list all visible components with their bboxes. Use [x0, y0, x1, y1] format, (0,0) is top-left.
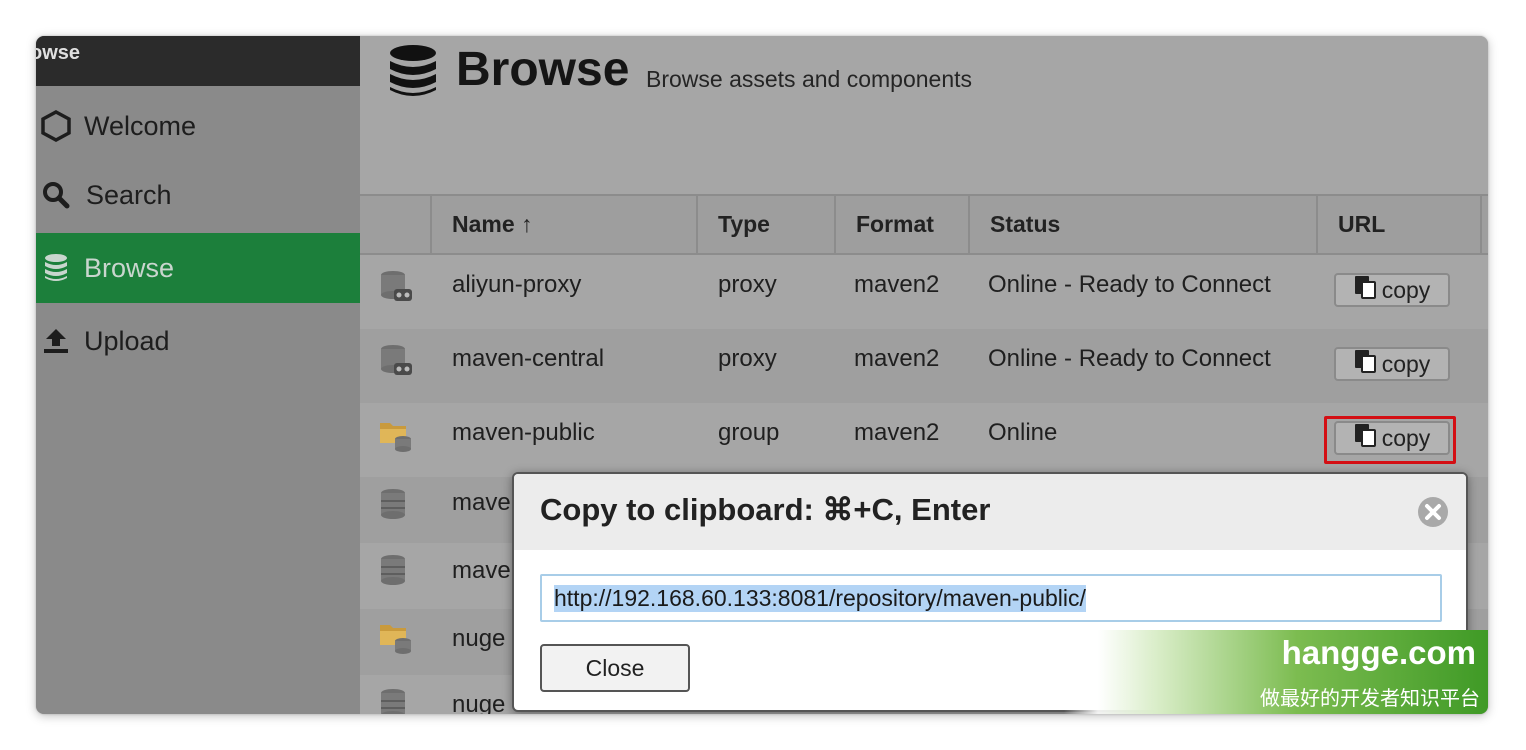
copy-label: copy: [1381, 276, 1431, 303]
clipboard-icon: [1354, 275, 1376, 305]
cell-type: proxy: [718, 271, 777, 298]
column-header-type[interactable]: Type: [696, 196, 834, 253]
watermark-banner: hangge.com 做最好的开发者知识平台: [1064, 630, 1488, 714]
column-header-divider: [1480, 196, 1488, 253]
app-window: owse Welcome Search Browse Upload Browse…: [36, 36, 1488, 714]
close-button[interactable]: Close: [540, 644, 690, 692]
column-header-format[interactable]: Format: [834, 196, 968, 253]
table-row[interactable]: maven-central proxy maven2 Online - Read…: [360, 329, 1488, 403]
copy-url-button[interactable]: copy: [1334, 347, 1450, 381]
watermark-tagline: 做最好的开发者知识平台: [1260, 688, 1480, 710]
copy-url-button[interactable]: copy: [1334, 273, 1450, 307]
dialog-title: Copy to clipboard: ⌘+C, Enter: [540, 492, 991, 527]
grid-header: Name ↑ Type Format Status URL: [360, 194, 1488, 255]
cell-name: maven-central: [452, 345, 605, 372]
copy-label: copy: [1381, 424, 1431, 451]
copy-url-button[interactable]: copy: [1334, 421, 1450, 455]
sidebar-item-label: Search: [86, 179, 172, 210]
cell-type: proxy: [718, 345, 777, 372]
cell-name: aliyun-proxy: [452, 271, 582, 298]
column-header-name[interactable]: Name ↑: [430, 196, 696, 253]
clipboard-icon: [1354, 349, 1376, 379]
watermark-title: hangge.com: [1281, 634, 1476, 671]
hosted-repo-icon: [378, 553, 412, 594]
cell-status: Online: [988, 419, 1058, 446]
proxy-repo-icon: [378, 269, 414, 310]
sidebar-header-label: owse: [36, 42, 81, 64]
group-repo-icon: [378, 619, 414, 660]
sidebar-item-search[interactable]: Search: [36, 160, 360, 230]
cell-name: mave: [452, 489, 511, 516]
table-row[interactable]: maven-public group maven2 Online copy: [360, 403, 1488, 477]
cell-status: Online - Ready to Connect: [988, 271, 1271, 298]
cell-name: nuge: [452, 625, 506, 652]
hosted-repo-icon: [378, 487, 412, 528]
group-repo-icon: [378, 417, 414, 458]
cell-format: maven2: [854, 345, 940, 372]
cell-format: maven2: [854, 419, 940, 446]
sidebar-item-browse[interactable]: Browse: [36, 233, 360, 303]
database-icon: [36, 253, 76, 283]
sidebar-item-label: Browse: [84, 252, 175, 283]
column-header-url[interactable]: URL: [1316, 196, 1480, 253]
sidebar-item-label: Upload: [84, 325, 170, 356]
sidebar-header: owse: [36, 36, 360, 86]
cell-type: group: [718, 419, 780, 446]
clipboard-icon: [1354, 423, 1376, 453]
cell-name: mave: [452, 557, 511, 584]
url-field[interactable]: [540, 574, 1442, 622]
cell-name: maven-public: [452, 419, 595, 446]
sidebar: owse Welcome Search Browse Upload: [36, 36, 360, 714]
sidebar-item-welcome[interactable]: Welcome: [36, 91, 360, 161]
column-header-status[interactable]: Status: [968, 196, 1316, 253]
dialog-header: Copy to clipboard: ⌘+C, Enter: [514, 474, 1466, 550]
cell-status: Online - Ready to Connect: [988, 345, 1271, 372]
hosted-repo-icon: [378, 687, 412, 714]
cell-format: maven2: [854, 271, 940, 298]
search-icon: [36, 181, 76, 209]
page-title: Browse: [456, 43, 630, 96]
page-header: Browse Browse assets and components: [360, 36, 1488, 194]
upload-icon: [36, 327, 76, 355]
proxy-repo-icon: [378, 343, 414, 384]
database-icon: [388, 44, 438, 103]
hexagon-icon: [36, 110, 76, 142]
cell-name: nuge: [452, 691, 506, 714]
table-row[interactable]: aliyun-proxy proxy maven2 Online - Ready…: [360, 255, 1488, 329]
copy-label: copy: [1381, 350, 1431, 377]
sidebar-item-label: Welcome: [84, 110, 197, 141]
page-subtitle: Browse assets and components: [646, 66, 973, 92]
close-icon[interactable]: [1417, 496, 1449, 528]
sidebar-item-upload[interactable]: Upload: [36, 306, 360, 376]
